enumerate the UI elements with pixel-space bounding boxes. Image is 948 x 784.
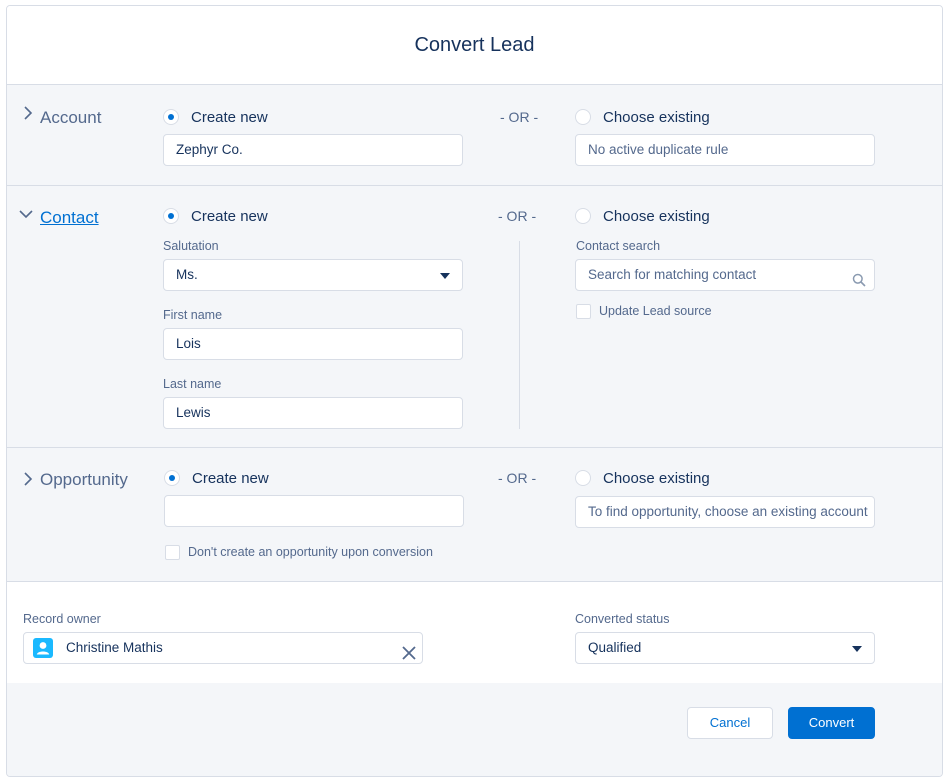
account-or-divider: - OR - <box>500 109 539 125</box>
converted-status-select[interactable]: Qualified <box>575 632 875 664</box>
account-choose-existing-radio[interactable] <box>575 109 591 125</box>
contact-create-new-radio[interactable] <box>163 208 179 224</box>
converted-status-label: Converted status <box>575 612 670 626</box>
opportunity-name-input[interactable] <box>164 495 464 527</box>
last-name-label: Last name <box>163 377 222 391</box>
user-avatar-icon <box>33 638 53 658</box>
account-existing-input[interactable]: No active duplicate rule <box>575 134 875 166</box>
salutation-value: Ms. <box>176 267 198 282</box>
dont-create-opportunity-label: Don't create an opportunity upon convers… <box>188 545 433 559</box>
account-name-input[interactable]: Zephyr Co. <box>163 134 463 166</box>
dont-create-opportunity-checkbox[interactable] <box>165 545 180 560</box>
close-icon[interactable] <box>402 641 416 660</box>
opportunity-or-divider: - OR - <box>498 470 537 486</box>
record-owner-label: Record owner <box>23 612 101 626</box>
record-owner-value: Christine Mathis <box>66 640 163 655</box>
contact-choose-existing-label: Choose existing <box>603 208 710 225</box>
modal-header: Convert Lead <box>7 6 942 85</box>
chevron-right-icon[interactable] <box>21 472 35 486</box>
contact-or-divider: - OR - <box>498 208 537 224</box>
first-name-input[interactable]: Lois <box>163 328 463 360</box>
contact-search-input[interactable]: Search for matching contact <box>575 259 875 291</box>
salutation-select[interactable]: Ms. <box>163 259 463 291</box>
chevron-right-icon[interactable] <box>21 106 35 120</box>
contact-section-title[interactable]: Contact <box>40 208 99 228</box>
account-create-new-radio[interactable] <box>163 109 179 125</box>
contact-choose-existing-radio[interactable] <box>575 208 591 224</box>
contact-vertical-divider <box>519 241 520 429</box>
record-owner-lookup[interactable]: Christine Mathis <box>23 632 423 664</box>
update-lead-source-checkbox[interactable] <box>576 304 591 319</box>
contact-search-placeholder: Search for matching contact <box>588 267 757 282</box>
contact-search-label: Contact search <box>576 239 661 253</box>
modal-footer: Cancel Convert <box>7 683 942 776</box>
last-name-input[interactable]: Lewis <box>163 397 463 429</box>
dropdown-caret-icon <box>440 273 450 279</box>
account-choose-existing-label: Choose existing <box>603 109 710 126</box>
account-create-new-label: Create new <box>191 109 268 126</box>
opportunity-choose-existing-radio[interactable] <box>575 470 591 486</box>
cancel-button[interactable]: Cancel <box>687 707 773 739</box>
chevron-down-icon[interactable] <box>19 207 33 221</box>
opportunity-section-title[interactable]: Opportunity <box>40 470 128 490</box>
opportunity-section: Opportunity Create new Don't create an o… <box>7 448 942 582</box>
opportunity-existing-input[interactable]: To find opportunity, choose an existing … <box>575 496 875 528</box>
account-section: Account Create new Zephyr Co. - OR - Cho… <box>7 85 942 186</box>
search-icon <box>852 268 866 287</box>
modal-title: Convert Lead <box>414 33 535 56</box>
first-name-label: First name <box>163 308 223 322</box>
opportunity-choose-existing-label: Choose existing <box>603 470 710 487</box>
converted-status-value: Qualified <box>588 640 642 655</box>
convert-button[interactable]: Convert <box>788 707 875 739</box>
contact-create-new-label: Create new <box>191 208 268 225</box>
update-lead-source-label: Update Lead source <box>599 304 712 318</box>
salutation-label: Salutation <box>163 239 219 253</box>
account-section-title[interactable]: Account <box>40 108 101 128</box>
dropdown-caret-icon <box>852 646 862 652</box>
opportunity-create-new-label: Create new <box>192 470 269 487</box>
convert-lead-modal: Convert Lead Account Create new Zephyr C… <box>6 5 943 777</box>
owner-status-area: Record owner Christine Mathis Converted … <box>7 582 942 683</box>
contact-section: Contact Create new Salutation Ms. First … <box>7 186 942 448</box>
opportunity-create-new-radio[interactable] <box>164 470 180 486</box>
